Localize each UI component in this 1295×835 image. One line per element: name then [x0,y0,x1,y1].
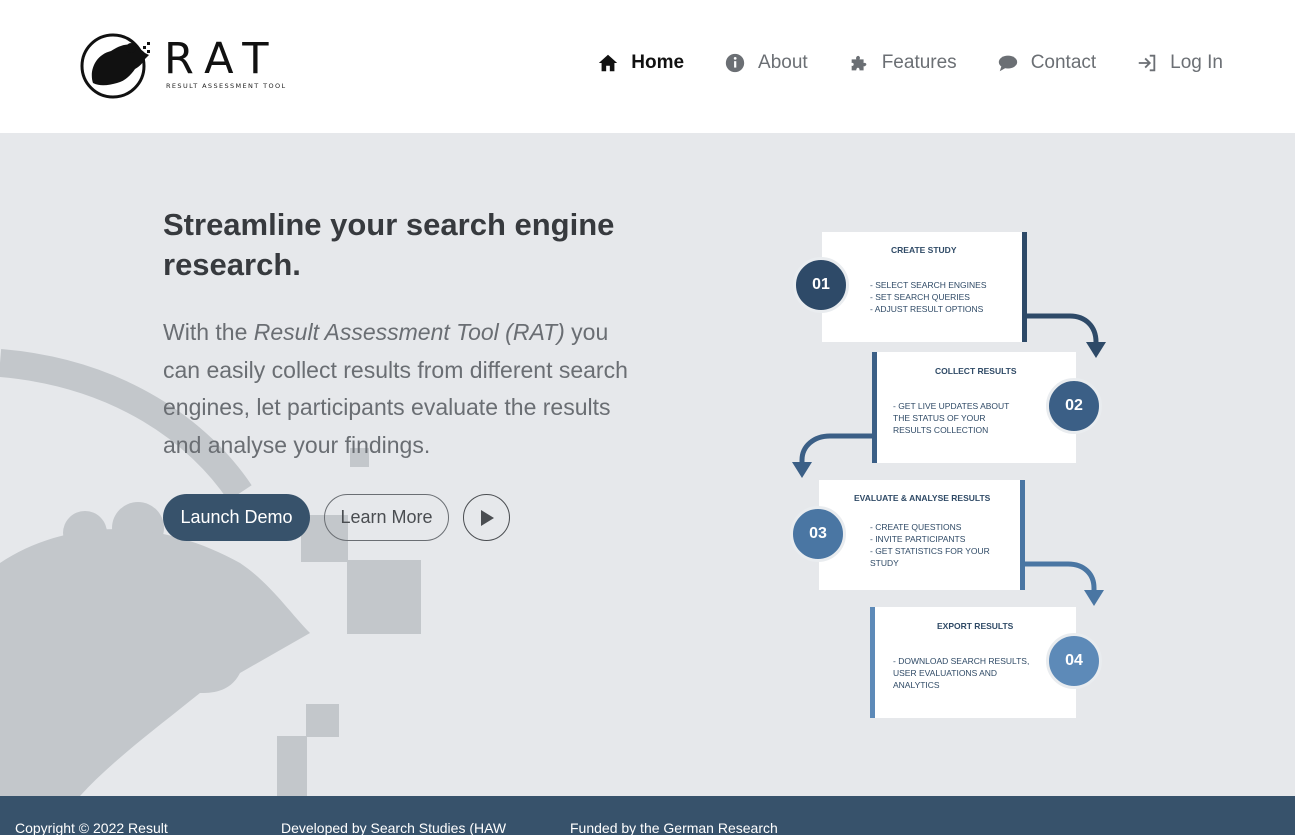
site-header: RAT RESULT ASSESSMENT TOOL Home About Fe… [0,0,1295,133]
step-line: - GET LIVE UPDATES ABOUT [893,401,1010,411]
login-icon [1138,54,1156,72]
nav-label-features: Features [881,52,957,73]
step-line: - SET SEARCH QUERIES [870,292,970,302]
step-line: - CREATE QUESTIONS [870,522,962,532]
site-footer: Copyright © 2022 Result Developed by Sea… [0,796,1295,835]
chat-icon [998,55,1017,72]
step-number-3: 03 [790,506,846,562]
step-bar-4 [870,607,875,718]
hero-title: Streamline your search engine research. [163,207,615,282]
nav-label-about: About [758,52,808,73]
learn-more-button[interactable]: Learn More [324,494,449,541]
hero-description: With the Result Assessment Tool (RAT) yo… [163,314,643,464]
step-title-2: COLLECT RESULTS [935,366,1017,376]
step-line: - SELECT SEARCH ENGINES [870,280,987,290]
footer-developed-by: Developed by Search Studies (HAW [281,820,507,835]
nav-item-contact[interactable]: Contact [997,52,1096,74]
play-icon [480,509,494,526]
home-icon [599,54,618,72]
step-line: ANALYTICS [893,680,940,690]
step-bar-2 [872,352,877,463]
step-number-2: 02 [1046,378,1102,434]
nav-item-home[interactable]: Home [597,52,684,74]
step-line: THE STATUS OF YOUR [893,413,986,423]
nav-item-login[interactable]: Log In [1136,52,1223,74]
logo-wordmark: RAT [164,34,281,84]
step-title-4: EXPORT RESULTS [937,621,1014,631]
step-title-3: EVALUATE & ANALYSE RESULTS [854,493,991,503]
hero-text-tool-name: Result Assessment Tool (RAT) [253,319,565,345]
step-title-1: CREATE STUDY [891,245,957,255]
step-bar-3 [1020,480,1025,590]
step-line: - GET STATISTICS FOR YOUR [870,546,990,556]
step-line: - DOWNLOAD SEARCH RESULTS, [893,656,1030,666]
nav-label-home: Home [631,52,685,73]
logo-subtitle: RESULT ASSESSMENT TOOL [166,82,287,90]
hero-text-before: With the [163,319,254,345]
nav-label-login: Log In [1170,52,1223,73]
launch-demo-button[interactable]: Launch Demo [163,494,310,541]
puzzle-icon [851,55,867,71]
step-number-1: 01 [793,257,849,313]
nav-label-contact: Contact [1030,52,1097,73]
main-nav: Home About Features Contact Log In [557,52,1223,74]
step-line: RESULTS COLLECTION [893,425,989,435]
step-line: USER EVALUATIONS AND [893,668,998,678]
step-line: - ADJUST RESULT OPTIONS [870,304,984,314]
step-number-4: 04 [1046,633,1102,689]
nav-item-features[interactable]: Features [848,52,957,74]
play-video-button[interactable] [463,494,510,541]
step-line: - INVITE PARTICIPANTS [870,534,966,544]
step-line: STUDY [870,558,899,568]
workflow-steps-graphic: 01 CREATE STUDY - SELECT SEARCH ENGINES … [780,222,1120,722]
nav-item-about[interactable]: About [724,52,808,74]
step-bar-1 [1022,232,1027,342]
footer-copyright: Copyright © 2022 Result [15,820,168,835]
info-icon [725,53,745,73]
footer-funded-by: Funded by the German Research [570,820,778,835]
